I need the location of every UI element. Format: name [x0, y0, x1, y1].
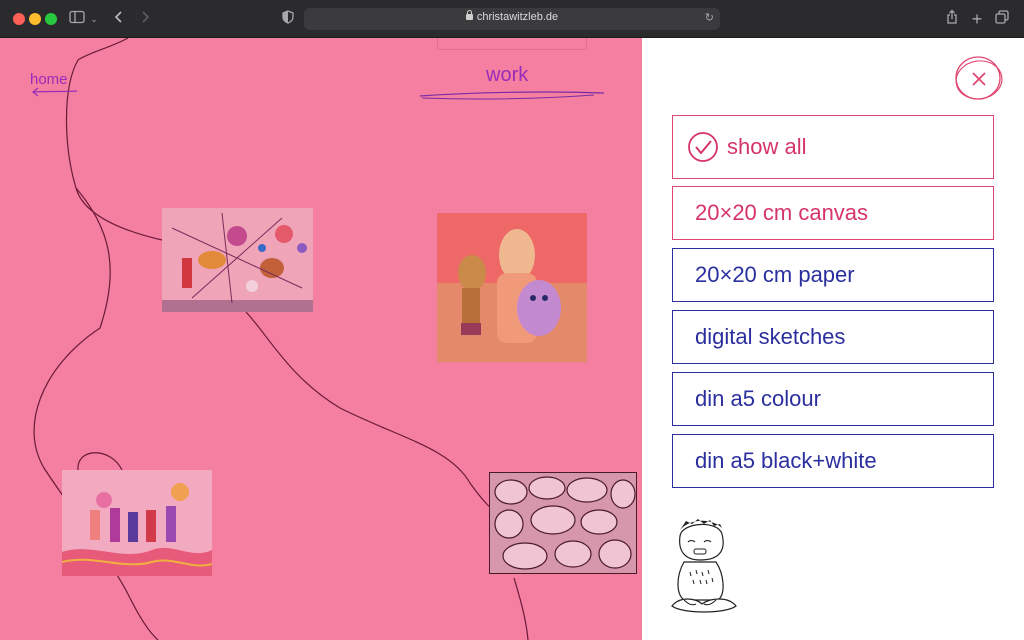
close-window-button[interactable]	[13, 13, 25, 25]
page-title: work	[486, 64, 529, 86]
browser-toolbar: ⌄ christawitzleb.de ↻ +	[0, 0, 1024, 38]
filter-din-a5-black-white[interactable]: din a5 black+white	[672, 434, 994, 488]
filter-label: 20×20 cm canvas	[695, 200, 869, 225]
filter-label: 20×20 cm paper	[695, 262, 855, 287]
meditating-character-illustration	[671, 519, 737, 613]
chevron-left-icon[interactable]	[112, 9, 126, 29]
work-header-box	[437, 38, 587, 50]
title-underline-scribble	[419, 91, 605, 100]
tabs-overview-icon[interactable]	[994, 9, 1010, 29]
lock-icon	[465, 10, 473, 20]
chevron-right-icon[interactable]	[138, 9, 152, 29]
filter-panel: show all 20×20 cm canvas 20×20 cm paper …	[642, 38, 1024, 640]
check-circle-icon	[688, 132, 718, 162]
filter-din-a5-colour[interactable]: din a5 colour	[672, 372, 994, 426]
artwork-thumbnail[interactable]	[162, 208, 313, 312]
artwork-thumbnail[interactable]	[437, 213, 587, 362]
filter-label: din a5 black+white	[695, 448, 877, 473]
filter-label: show all	[727, 134, 807, 159]
close-icon	[955, 56, 1003, 100]
plus-icon[interactable]: +	[969, 9, 985, 29]
artwork-thumbnail[interactable]	[489, 472, 637, 574]
filter-label: digital sketches	[695, 324, 846, 349]
share-icon[interactable]	[944, 9, 960, 29]
close-button[interactable]	[948, 50, 1006, 106]
filter-canvas[interactable]: 20×20 cm canvas	[672, 186, 994, 240]
address-bar[interactable]: christawitzleb.de ↻	[304, 8, 720, 30]
filter-paper[interactable]: 20×20 cm paper	[672, 248, 994, 302]
arrow-left-icon	[32, 87, 78, 97]
chevron-down-icon[interactable]: ⌄	[89, 9, 99, 29]
fullscreen-window-button[interactable]	[45, 13, 57, 25]
reload-icon[interactable]: ↻	[705, 11, 714, 24]
url-text: christawitzleb.de	[476, 11, 559, 23]
filter-label: din a5 colour	[695, 386, 821, 411]
filter-digital-sketches[interactable]: digital sketches	[672, 310, 994, 364]
artwork-canvas[interactable]: home work	[0, 38, 642, 640]
minimize-window-button[interactable]	[29, 13, 41, 25]
sidebar-icon[interactable]	[68, 9, 86, 29]
filter-show-all[interactable]: show all	[672, 115, 994, 179]
artwork-thumbnail[interactable]	[62, 470, 212, 576]
privacy-shield-icon[interactable]	[281, 9, 295, 29]
